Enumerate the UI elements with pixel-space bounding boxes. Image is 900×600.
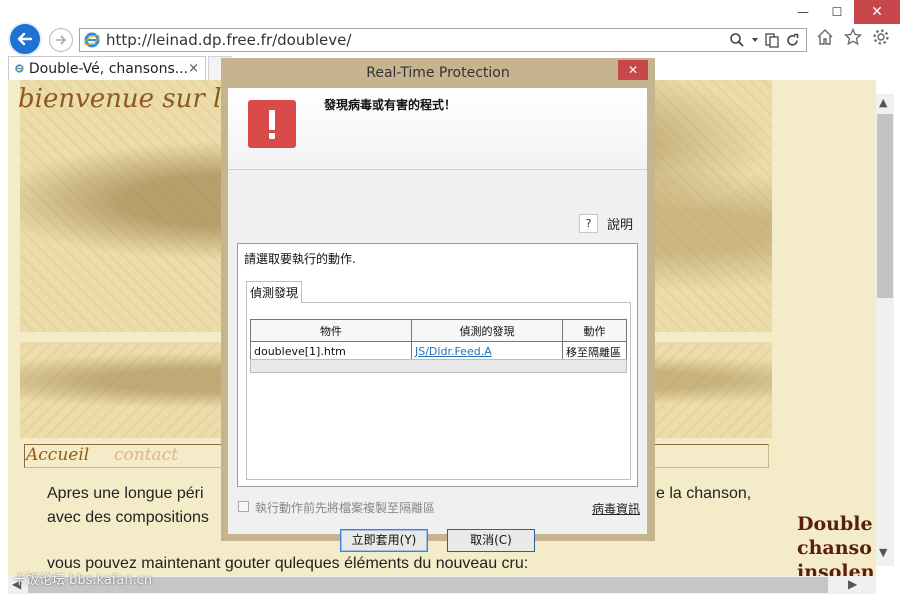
dialog-body: 發現病毒或有害的程式！ ? 說明 請選取要執行的動作. 偵測發現 物件 偵測的發… <box>228 88 647 552</box>
vertical-scrollbar[interactable]: ▲ ▼ <box>876 94 894 566</box>
virus-info-link[interactable]: 病毒資訊 <box>592 500 640 517</box>
address-bar[interactable]: http://leinad.dp.free.fr/doubleve/ <box>79 28 807 52</box>
scroll-down-icon[interactable]: ▼ <box>879 546 887 559</box>
home-icon[interactable] <box>816 28 834 46</box>
detection-link[interactable]: JS/Dldr.Feed.A <box>415 345 492 358</box>
paragraph-text: vous pouvez maintenant gouter quleques é… <box>47 555 529 572</box>
column-header-detection[interactable]: 偵測的發現 <box>411 319 563 342</box>
table-empty-row <box>250 359 627 373</box>
tab-close-icon[interactable]: × <box>188 61 199 76</box>
favorites-star-icon[interactable] <box>844 28 862 46</box>
action-group-box: 請選取要執行的動作. 偵測發現 物件 偵測的發現 動作 doubleve[1].… <box>237 243 638 487</box>
side-heading-line: Double <box>797 513 873 535</box>
refresh-icon[interactable] <box>785 33 800 48</box>
backup-checkbox[interactable] <box>238 501 249 512</box>
detections-panel: 物件 偵測的發現 動作 doubleve[1].htm JS/Dldr.Feed… <box>246 302 631 480</box>
ie-logo-icon <box>84 32 100 48</box>
address-tools <box>729 32 806 48</box>
watermark-text: 卡饭论坛 bbs.kafan.cn <box>13 573 153 588</box>
column-header-object[interactable]: 物件 <box>250 319 412 342</box>
apply-now-button[interactable]: 立即套用(Y) <box>340 529 428 552</box>
column-header-action[interactable]: 動作 <box>562 319 627 342</box>
window-controls: — ☐ ✕ <box>786 0 900 24</box>
help-link[interactable]: 說明 <box>607 214 633 233</box>
browser-toolbar-icons <box>816 28 890 46</box>
browser-tab-active[interactable]: Double-Vé, chansons... × <box>8 56 206 80</box>
vertical-scroll-thumb[interactable] <box>877 114 893 298</box>
nav-link-contact[interactable]: contact <box>114 445 178 465</box>
scroll-right-icon[interactable]: ▶ <box>848 577 857 591</box>
dialog-header: 發現病毒或有害的程式！ <box>228 88 647 170</box>
close-window-button[interactable]: ✕ <box>854 0 900 24</box>
dialog-title: Real-Time Protection <box>366 65 510 81</box>
nav-link-accueil[interactable]: Accueil <box>26 445 89 465</box>
realtime-protection-dialog: Real-Time Protection ✕ 發現病毒或有害的程式！ ? 說明 … <box>221 58 655 552</box>
back-button[interactable] <box>8 22 42 56</box>
help-icon[interactable]: ? <box>579 214 598 233</box>
gear-icon[interactable] <box>872 28 890 46</box>
arrow-right-icon <box>56 35 67 45</box>
address-url[interactable]: http://leinad.dp.free.fr/doubleve/ <box>106 31 351 49</box>
side-heading-line: chanso <box>797 537 872 559</box>
arrow-left-icon <box>17 32 33 46</box>
dropdown-arrow-icon[interactable] <box>751 36 759 44</box>
forward-button[interactable] <box>49 28 73 52</box>
detections-table: 物件 偵測的發現 動作 doubleve[1].htm JS/Dldr.Feed… <box>250 319 627 362</box>
side-heading: Double chanso insolen <box>797 512 875 576</box>
backup-checkbox-label: 執行動作前先將檔案複製至隔離區 <box>255 501 436 515</box>
dialog-close-button[interactable]: ✕ <box>618 60 648 80</box>
search-icon[interactable] <box>729 32 745 48</box>
side-heading-line: insolen <box>797 561 875 576</box>
paragraph-line-end: e la chanson, <box>656 485 752 502</box>
cancel-button[interactable]: 取消(C) <box>447 529 535 552</box>
alert-message: 發現病毒或有害的程式！ <box>324 98 457 112</box>
alert-exclamation-icon <box>248 100 296 148</box>
tab-title: Double-Vé, chansons... <box>28 60 189 77</box>
site-heading: bienvenue sur le <box>18 84 237 114</box>
restore-button[interactable]: ☐ <box>820 0 854 24</box>
instruction-text: 請選取要執行的動作. <box>244 252 356 266</box>
ie-logo-icon <box>15 64 24 73</box>
scroll-up-icon[interactable]: ▲ <box>879 96 887 109</box>
table-header-row: 物件 偵測的發現 動作 <box>250 319 627 342</box>
tab-detections[interactable]: 偵測發現 <box>246 281 302 303</box>
compatibility-view-icon[interactable] <box>765 32 779 48</box>
minimize-button[interactable]: — <box>786 0 820 24</box>
